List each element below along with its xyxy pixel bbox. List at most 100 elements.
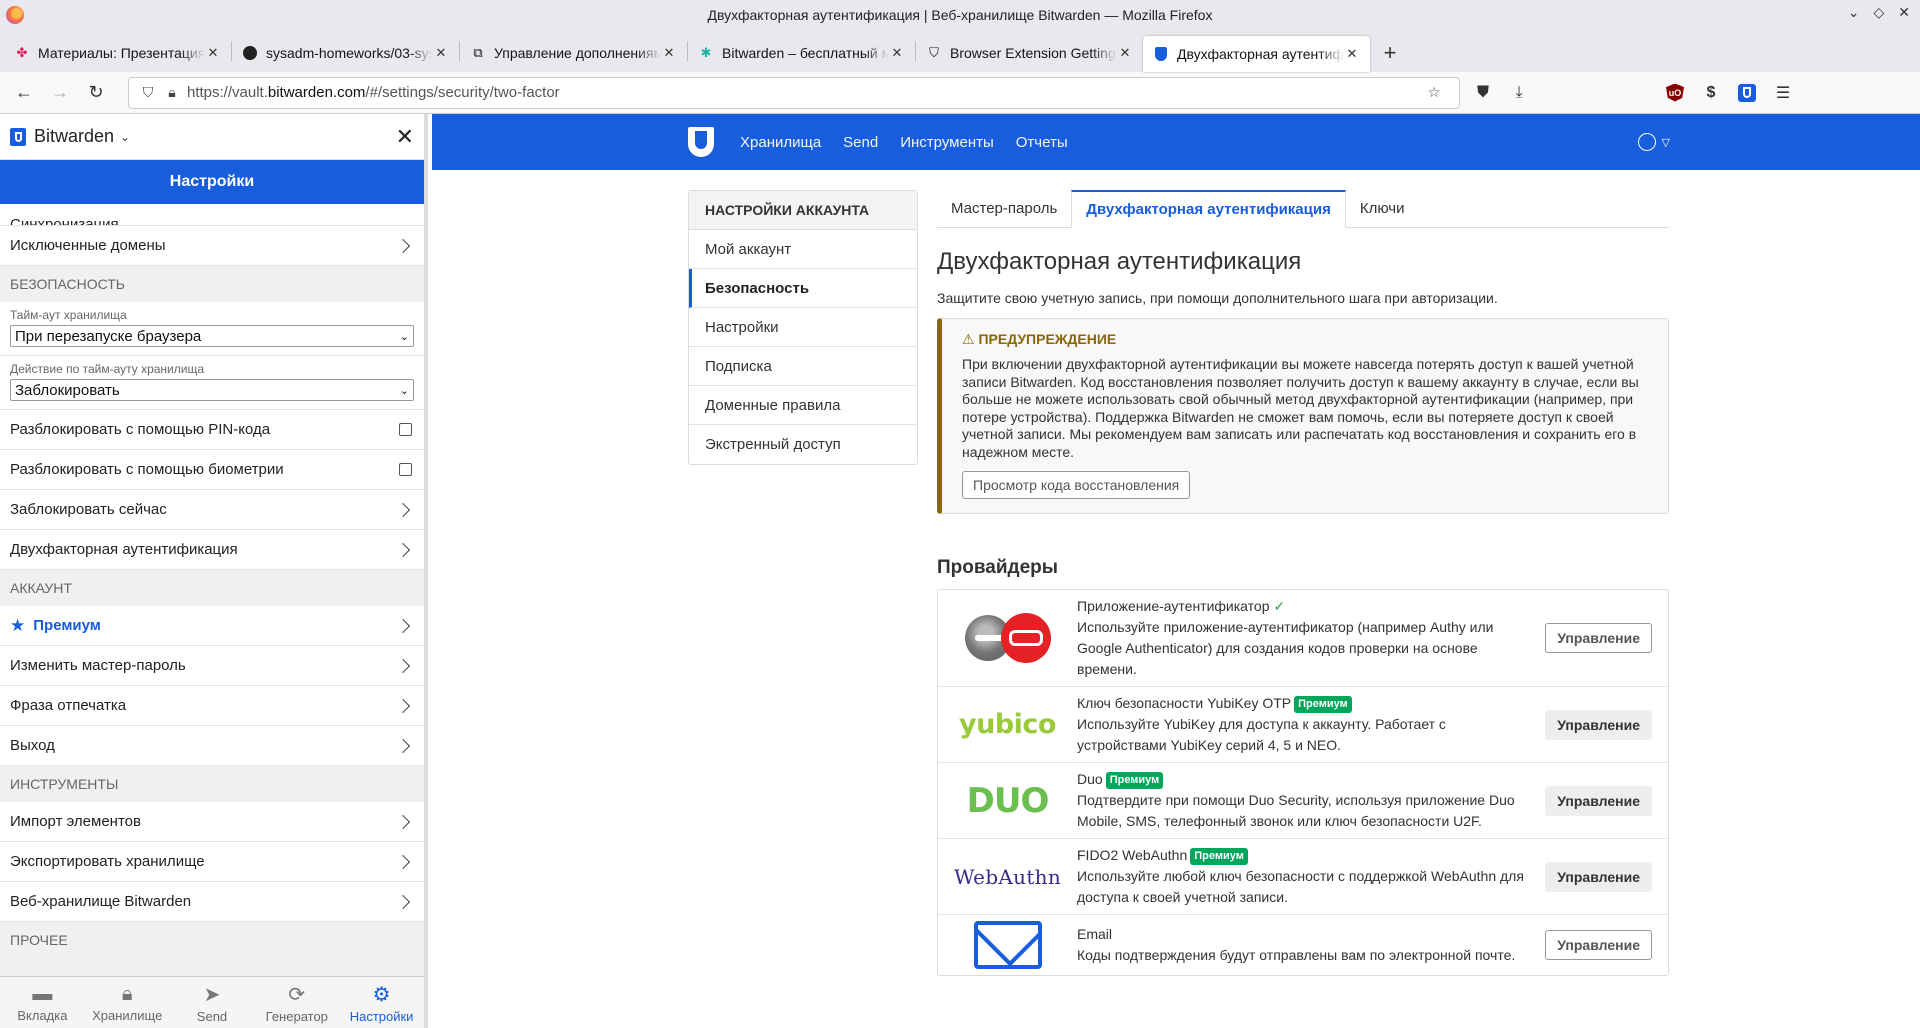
tracking-shield-icon[interactable]: ⛉: [139, 84, 157, 101]
menu-item-my-account[interactable]: Мой аккаунт: [689, 230, 917, 269]
manage-duo-button[interactable]: Управление: [1545, 785, 1652, 816]
provider-row-duo: DUO Duo Премиум Подтвердите при помощи Du…: [938, 763, 1668, 839]
nav-link-send[interactable]: Send: [843, 134, 878, 151]
minimize-icon[interactable]: ⌄: [1848, 4, 1860, 21]
forward-button[interactable]: →: [44, 77, 76, 109]
tab-label: Bitwarden – бесплатный м: [722, 45, 889, 61]
tab-current[interactable]: ▬ Вкладка: [0, 977, 85, 1028]
vault-timeout-select[interactable]: При перезапуске браузера ⌄: [10, 325, 414, 347]
provider-name: Приложение-аутентификатор: [1077, 598, 1270, 614]
tab-send[interactable]: ➤ Send: [170, 977, 255, 1028]
reload-button[interactable]: ↻: [80, 77, 112, 109]
downloads-icon[interactable]: ⤓: [1506, 80, 1532, 106]
manage-authenticator-button[interactable]: Управление: [1545, 623, 1652, 653]
sidebar-header: Bitwarden ⌄ ✕: [0, 114, 424, 160]
email-envelope-icon: [973, 921, 1042, 969]
menu-item-subscription[interactable]: Подписка: [689, 347, 917, 386]
sidebar-item-fingerprint[interactable]: Фраза отпечатка: [0, 686, 424, 726]
tab-settings[interactable]: ⚙ Настройки: [339, 977, 424, 1028]
pocket-icon[interactable]: ⛊: [1470, 80, 1496, 106]
manage-email-button[interactable]: Управление: [1545, 930, 1652, 960]
sidebar-item-unlock-biometrics[interactable]: Разблокировать с помощью биометрии: [0, 450, 424, 490]
menu-item-security[interactable]: Безопасность: [689, 269, 917, 308]
nav-link-reports[interactable]: Отчеты: [1016, 134, 1068, 151]
close-tab-icon[interactable]: ✕: [433, 45, 449, 61]
menu-item-emergency-access[interactable]: Экстренный доступ: [689, 425, 917, 464]
sidebar-item-export[interactable]: Экспортировать хранилище: [0, 842, 424, 882]
bitwarden-shield-icon[interactable]: [688, 127, 714, 157]
account-settings-header: НАСТРОЙКИ АККАУНТА: [689, 191, 917, 230]
pin-checkbox[interactable]: [399, 423, 412, 436]
close-window-icon[interactable]: ✕: [1898, 4, 1910, 21]
dollar-extension-icon[interactable]: $: [1698, 80, 1724, 106]
providers-title: Провайдеры: [937, 557, 1059, 578]
close-tab-icon[interactable]: ✕: [1344, 46, 1360, 62]
sidebar-item-sync[interactable]: Синхронизация: [0, 204, 424, 226]
tab-master-password[interactable]: Мастер-пароль: [937, 190, 1071, 227]
biometrics-checkbox[interactable]: [399, 463, 412, 476]
lock-icon[interactable]: 🔒︎: [163, 84, 181, 101]
manage-webauthn-button[interactable]: Управление: [1545, 861, 1652, 892]
bitwarden-extension-icon[interactable]: [1734, 80, 1760, 106]
folder-icon: ▬: [32, 982, 53, 1005]
view-recovery-code-button[interactable]: Просмотр кода восстановления: [962, 471, 1191, 499]
tab-keys[interactable]: Ключи: [1346, 190, 1419, 227]
sidebar-item-lock-now[interactable]: Заблокировать сейчас: [0, 490, 424, 530]
sidebar-item-web-vault[interactable]: Веб-хранилище Bitwarden: [0, 882, 424, 922]
provider-description: Используйте приложение-аутентификатор (н…: [1077, 619, 1494, 677]
sidebar-item-unlock-pin[interactable]: Разблокировать с помощью PIN-кода: [0, 410, 424, 450]
slack-icon: ✤: [16, 45, 28, 60]
webauthn-logo: WebAuthn: [953, 864, 1062, 889]
bitwarden-icon: [1153, 46, 1169, 62]
browser-tab[interactable]: ✤ Материалы: Презентация ✕: [4, 34, 231, 72]
chevron-right-icon: [395, 618, 411, 633]
sidebar-item-import[interactable]: Импорт элементов: [0, 802, 424, 842]
tab-label: Управление дополнениями: [494, 45, 661, 61]
url-text[interactable]: https://vault.bitwarden.com/#/settings/s…: [187, 84, 1425, 101]
bitwarden-site-icon: ✱: [700, 45, 712, 60]
maximize-icon[interactable]: ◇: [1873, 4, 1884, 21]
manage-yubikey-button[interactable]: Управление: [1545, 709, 1652, 740]
new-tab-button[interactable]: +: [1370, 34, 1410, 72]
vault-timeout-action-field: Действие по тайм-ауту хранилища Заблокир…: [0, 356, 424, 410]
address-bar[interactable]: ⛉ 🔒︎ https://vault.bitwarden.com/#/setti…: [128, 76, 1460, 109]
menu-icon[interactable]: ☰: [1770, 80, 1796, 106]
ublock-icon[interactable]: uO: [1662, 80, 1688, 106]
browser-tab[interactable]: ⛉ Browser Extension Getting ✕: [916, 34, 1143, 72]
browser-tab[interactable]: ⧉ Управление дополнениями ✕: [460, 34, 687, 72]
tab-label: Материалы: Презентация: [38, 45, 205, 61]
browser-tab-active[interactable]: Двухфакторная аутентиф ✕: [1143, 36, 1370, 72]
tab-two-factor[interactable]: Двухфакторная аутентификация: [1071, 190, 1346, 228]
sidebar-item-logout[interactable]: Выход: [0, 726, 424, 766]
nav-link-vaults[interactable]: Хранилища: [740, 134, 821, 151]
provider-description: Подтвердите при помощи Duo Security, исп…: [1077, 792, 1515, 829]
menu-item-preferences[interactable]: Настройки: [689, 308, 917, 347]
menu-item-domain-rules[interactable]: Доменные правила: [689, 386, 917, 425]
vault-timeout-action-select[interactable]: Заблокировать ⌄: [10, 379, 414, 401]
close-tab-icon[interactable]: ✕: [205, 45, 221, 61]
sidebar-item-two-step[interactable]: Двухфакторная аутентификация: [0, 530, 424, 570]
close-tab-icon[interactable]: ✕: [661, 45, 677, 61]
sidebar-item-change-master-password[interactable]: Изменить мастер-пароль: [0, 646, 424, 686]
browser-tab[interactable]: sysadm-homeworks/03-sys ✕: [232, 34, 459, 72]
back-button[interactable]: ←: [8, 77, 40, 109]
shield-icon: ⛉: [929, 45, 939, 60]
paper-plane-icon: ➤: [203, 983, 221, 1006]
tab-generator[interactable]: ⟳ Генератор: [254, 977, 339, 1028]
close-tab-icon[interactable]: ✕: [889, 45, 905, 61]
account-menu-button[interactable]: ▽: [1637, 133, 1670, 151]
page-subtitle: Защитите свою учетную запись, при помощи…: [937, 290, 1498, 306]
bookmark-star-icon[interactable]: ☆: [1425, 84, 1443, 101]
tab-vault[interactable]: 🔒︎ Хранилище: [85, 977, 170, 1028]
close-sidebar-icon[interactable]: ✕: [396, 124, 414, 150]
sidebar-item-premium[interactable]: ★ Премиум: [0, 606, 424, 646]
enabled-check-icon: ✓: [1273, 598, 1286, 614]
sidebar-title[interactable]: Bitwarden: [34, 126, 114, 147]
chevron-down-icon[interactable]: ⌄: [120, 130, 130, 144]
page-title: Двухфакторная аутентификация: [937, 248, 1302, 275]
browser-tab[interactable]: ✱ Bitwarden – бесплатный м ✕: [688, 34, 915, 72]
close-tab-icon[interactable]: ✕: [1117, 45, 1133, 61]
sidebar-item-excluded-domains[interactable]: Исключенные домены: [0, 226, 424, 266]
star-icon: ★: [10, 615, 26, 635]
nav-link-tools[interactable]: Инструменты: [900, 134, 994, 151]
